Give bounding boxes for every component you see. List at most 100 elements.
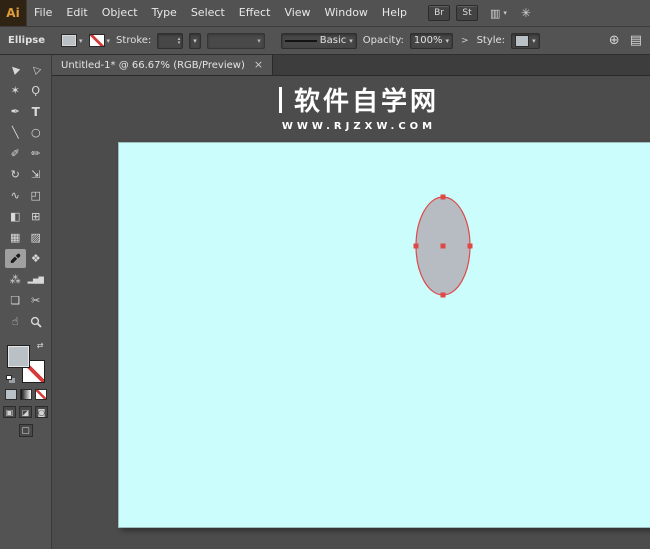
ellipse-icon: ○ — [31, 126, 41, 139]
symbol-sprayer-tool[interactable]: ⁂ — [5, 270, 26, 289]
lasso-tool[interactable]: Ϙ — [26, 81, 47, 100]
eyedropper-tool[interactable] — [5, 249, 26, 268]
hand-tool[interactable]: ☝ — [5, 312, 26, 331]
eyedropper-icon — [9, 253, 21, 265]
ellipse-tool[interactable]: ○ — [26, 123, 47, 142]
scale-icon: ⇲ — [31, 168, 40, 181]
anchor-center[interactable] — [441, 244, 446, 249]
rotate-tool[interactable]: ↻ — [5, 165, 26, 184]
draw-inside-button[interactable]: ◙ — [35, 406, 48, 418]
control-panel-menu-icon[interactable]: ▤ — [630, 33, 642, 48]
anchor-right[interactable] — [468, 244, 473, 249]
blend-tool[interactable]: ❖ — [26, 249, 47, 268]
artboard-tool[interactable]: ❏ — [5, 291, 26, 310]
graphic-style-dropdown[interactable]: ▾ — [511, 33, 540, 49]
column-graph-tool[interactable]: ▂▅▇ — [26, 270, 47, 289]
swap-fill-stroke-icon[interactable]: ⇄ — [37, 341, 44, 350]
gradient-tool[interactable]: ▨ — [26, 228, 47, 247]
document-tab-title: Untitled-1* @ 66.67% (RGB/Preview) — [61, 60, 245, 71]
color-type-buttons — [0, 389, 51, 400]
workspace-icon[interactable]: ✳ — [521, 6, 531, 20]
menu-effect[interactable]: Effect — [232, 0, 278, 26]
menu-bar: Ai File Edit Object Type Select Effect V… — [0, 0, 650, 27]
color-button[interactable] — [5, 389, 17, 400]
menu-window[interactable]: Window — [318, 0, 375, 26]
transparency-panel-arrow[interactable]: > — [459, 36, 471, 46]
opacity-label: Opacity: — [363, 35, 404, 46]
direct-selection-icon: △ — [29, 63, 42, 76]
brush-definition-dropdown[interactable]: Basic ▾ — [281, 33, 357, 49]
menu-type[interactable]: Type — [145, 0, 184, 26]
stroke-color-control[interactable]: ▾ — [89, 34, 111, 47]
pencil-tool[interactable]: ✏ — [26, 144, 47, 163]
chevron-down-icon: ▾ — [79, 37, 83, 45]
stroke-weight-stepper[interactable]: ▴ ▾ — [157, 33, 183, 49]
none-button[interactable] — [35, 389, 47, 400]
slice-icon: ✂ — [31, 294, 40, 307]
menu-file[interactable]: File — [27, 0, 59, 26]
type-tool[interactable]: T — [26, 102, 47, 121]
zoom-tool[interactable] — [26, 312, 47, 331]
menu-object[interactable]: Object — [95, 0, 145, 26]
gradient-button[interactable] — [20, 389, 32, 400]
recolor-artwork-icon[interactable]: ⊕ — [609, 33, 620, 48]
selection-tool[interactable]: ▲ — [5, 60, 26, 79]
anchor-top[interactable] — [441, 195, 446, 200]
width-tool[interactable]: ∿ — [5, 186, 26, 205]
stepper-down-icon[interactable]: ▾ — [178, 41, 181, 45]
free-transform-tool[interactable]: ◰ — [26, 186, 47, 205]
draw-normal-icon: ▣ — [6, 408, 14, 417]
pencil-icon: ✏ — [31, 147, 40, 160]
magic-wand-tool[interactable]: ✶ — [5, 81, 26, 100]
pen-tool[interactable]: ✒ — [5, 102, 26, 121]
chevron-down-icon: ▾ — [193, 37, 197, 45]
screen-mode-button[interactable]: ▢ — [19, 424, 33, 437]
shape-builder-icon: ◧ — [10, 210, 20, 223]
mesh-icon: ▦ — [10, 231, 20, 244]
menu-help[interactable]: Help — [375, 0, 414, 26]
chevron-down-icon: ▾ — [257, 37, 261, 45]
bridge-button[interactable]: Br — [428, 5, 450, 21]
arrange-documents-control[interactable]: ▥ ▾ — [490, 7, 507, 20]
type-icon: T — [32, 105, 40, 119]
menu-select[interactable]: Select — [184, 0, 232, 26]
fill-indicator-swatch[interactable] — [7, 345, 30, 368]
perspective-grid-icon: ⊞ — [31, 210, 40, 223]
default-fill-stroke-icon[interactable] — [6, 375, 12, 380]
anchor-left[interactable] — [414, 244, 419, 249]
scale-tool[interactable]: ⇲ — [26, 165, 47, 184]
drawing-mode-buttons: ▣ ◪ ◙ — [0, 406, 51, 418]
chevron-down-icon: ▾ — [107, 37, 111, 45]
symbol-sprayer-icon: ⁂ — [10, 273, 21, 286]
document-area: Untitled-1* @ 66.67% (RGB/Preview) × 软件自… — [52, 55, 650, 549]
width-profile-dropdown[interactable]: ▾ — [207, 33, 265, 49]
watermark: 软件自学网 WWW.RJZXW.COM — [68, 81, 650, 132]
style-label: Style: — [477, 35, 506, 46]
canvas-area[interactable]: 软件自学网 WWW.RJZXW.COM — [52, 76, 650, 549]
watermark-bar — [279, 87, 282, 113]
draw-behind-button[interactable]: ◪ — [19, 406, 32, 418]
app-logo[interactable]: Ai — [0, 0, 27, 26]
stroke-none-swatch — [89, 34, 105, 47]
line-segment-tool[interactable]: ╲ — [5, 123, 26, 142]
perspective-grid-tool[interactable]: ⊞ — [26, 207, 47, 226]
close-icon[interactable]: × — [254, 60, 263, 70]
stroke-weight-dropdown[interactable]: ▾ — [189, 33, 201, 49]
draw-normal-button[interactable]: ▣ — [3, 406, 16, 418]
draw-behind-icon: ◪ — [22, 408, 30, 417]
opacity-dropdown[interactable]: 100% ▾ — [410, 33, 453, 49]
anchor-bottom[interactable] — [441, 293, 446, 298]
fill-color-control[interactable]: ▾ — [61, 34, 83, 47]
direct-selection-tool[interactable]: △ — [26, 60, 47, 79]
stock-button[interactable]: St — [456, 5, 478, 21]
paintbrush-tool[interactable]: ✐ — [5, 144, 26, 163]
shape-builder-tool[interactable]: ◧ — [5, 207, 26, 226]
chevron-down-icon: ▾ — [503, 9, 507, 17]
menu-edit[interactable]: Edit — [59, 0, 94, 26]
mesh-tool[interactable]: ▦ — [5, 228, 26, 247]
slice-tool[interactable]: ✂ — [26, 291, 47, 310]
arrange-documents-icon: ▥ — [490, 7, 500, 20]
menu-view[interactable]: View — [277, 0, 317, 26]
document-tab[interactable]: Untitled-1* @ 66.67% (RGB/Preview) × — [52, 55, 273, 75]
graphic-style-swatch — [515, 35, 529, 47]
